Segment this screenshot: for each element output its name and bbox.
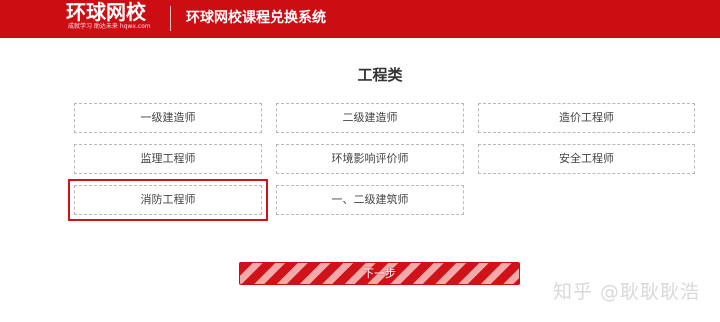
option-jianzhushi[interactable]: 一、二级建筑师	[276, 185, 464, 215]
logo-text: 环球网校	[66, 0, 146, 24]
logo-slogan: 成就学习 助达未来 hqwx.com	[68, 23, 151, 30]
next-step-label: 下一步	[363, 267, 396, 280]
option-yiji-jianzaoshi[interactable]: 一级建造师	[74, 103, 262, 133]
hqwx-logo[interactable]: 环球网校 成就学习 助达未来 hqwx.com	[66, 1, 164, 35]
category-title: 工程类	[357, 66, 403, 84]
option-zaojia-gongchengshi[interactable]: 造价工程师	[478, 103, 695, 133]
option-erji-jianzaoshi[interactable]: 二级建造师	[276, 103, 464, 133]
option-xiaofang-gongchengshi[interactable]: 消防工程师	[68, 179, 268, 221]
header-divider	[170, 6, 171, 31]
top-header-bar: 环球网校 成就学习 助达未来 hqwx.com 环球网校课程兑换系统	[0, 0, 720, 38]
zhihu-watermark: 知乎 @耿耿耿浩	[553, 281, 701, 303]
next-step-button[interactable]: 下一步	[239, 262, 520, 285]
option-jianli-gongchengshi[interactable]: 监理工程师	[74, 144, 262, 174]
option-anquan-gongchengshi[interactable]: 安全工程师	[478, 144, 695, 174]
system-title: 环球网校课程兑换系统	[186, 10, 326, 26]
option-huanjing-pingjiashi[interactable]: 环境影响评价师	[276, 144, 464, 174]
